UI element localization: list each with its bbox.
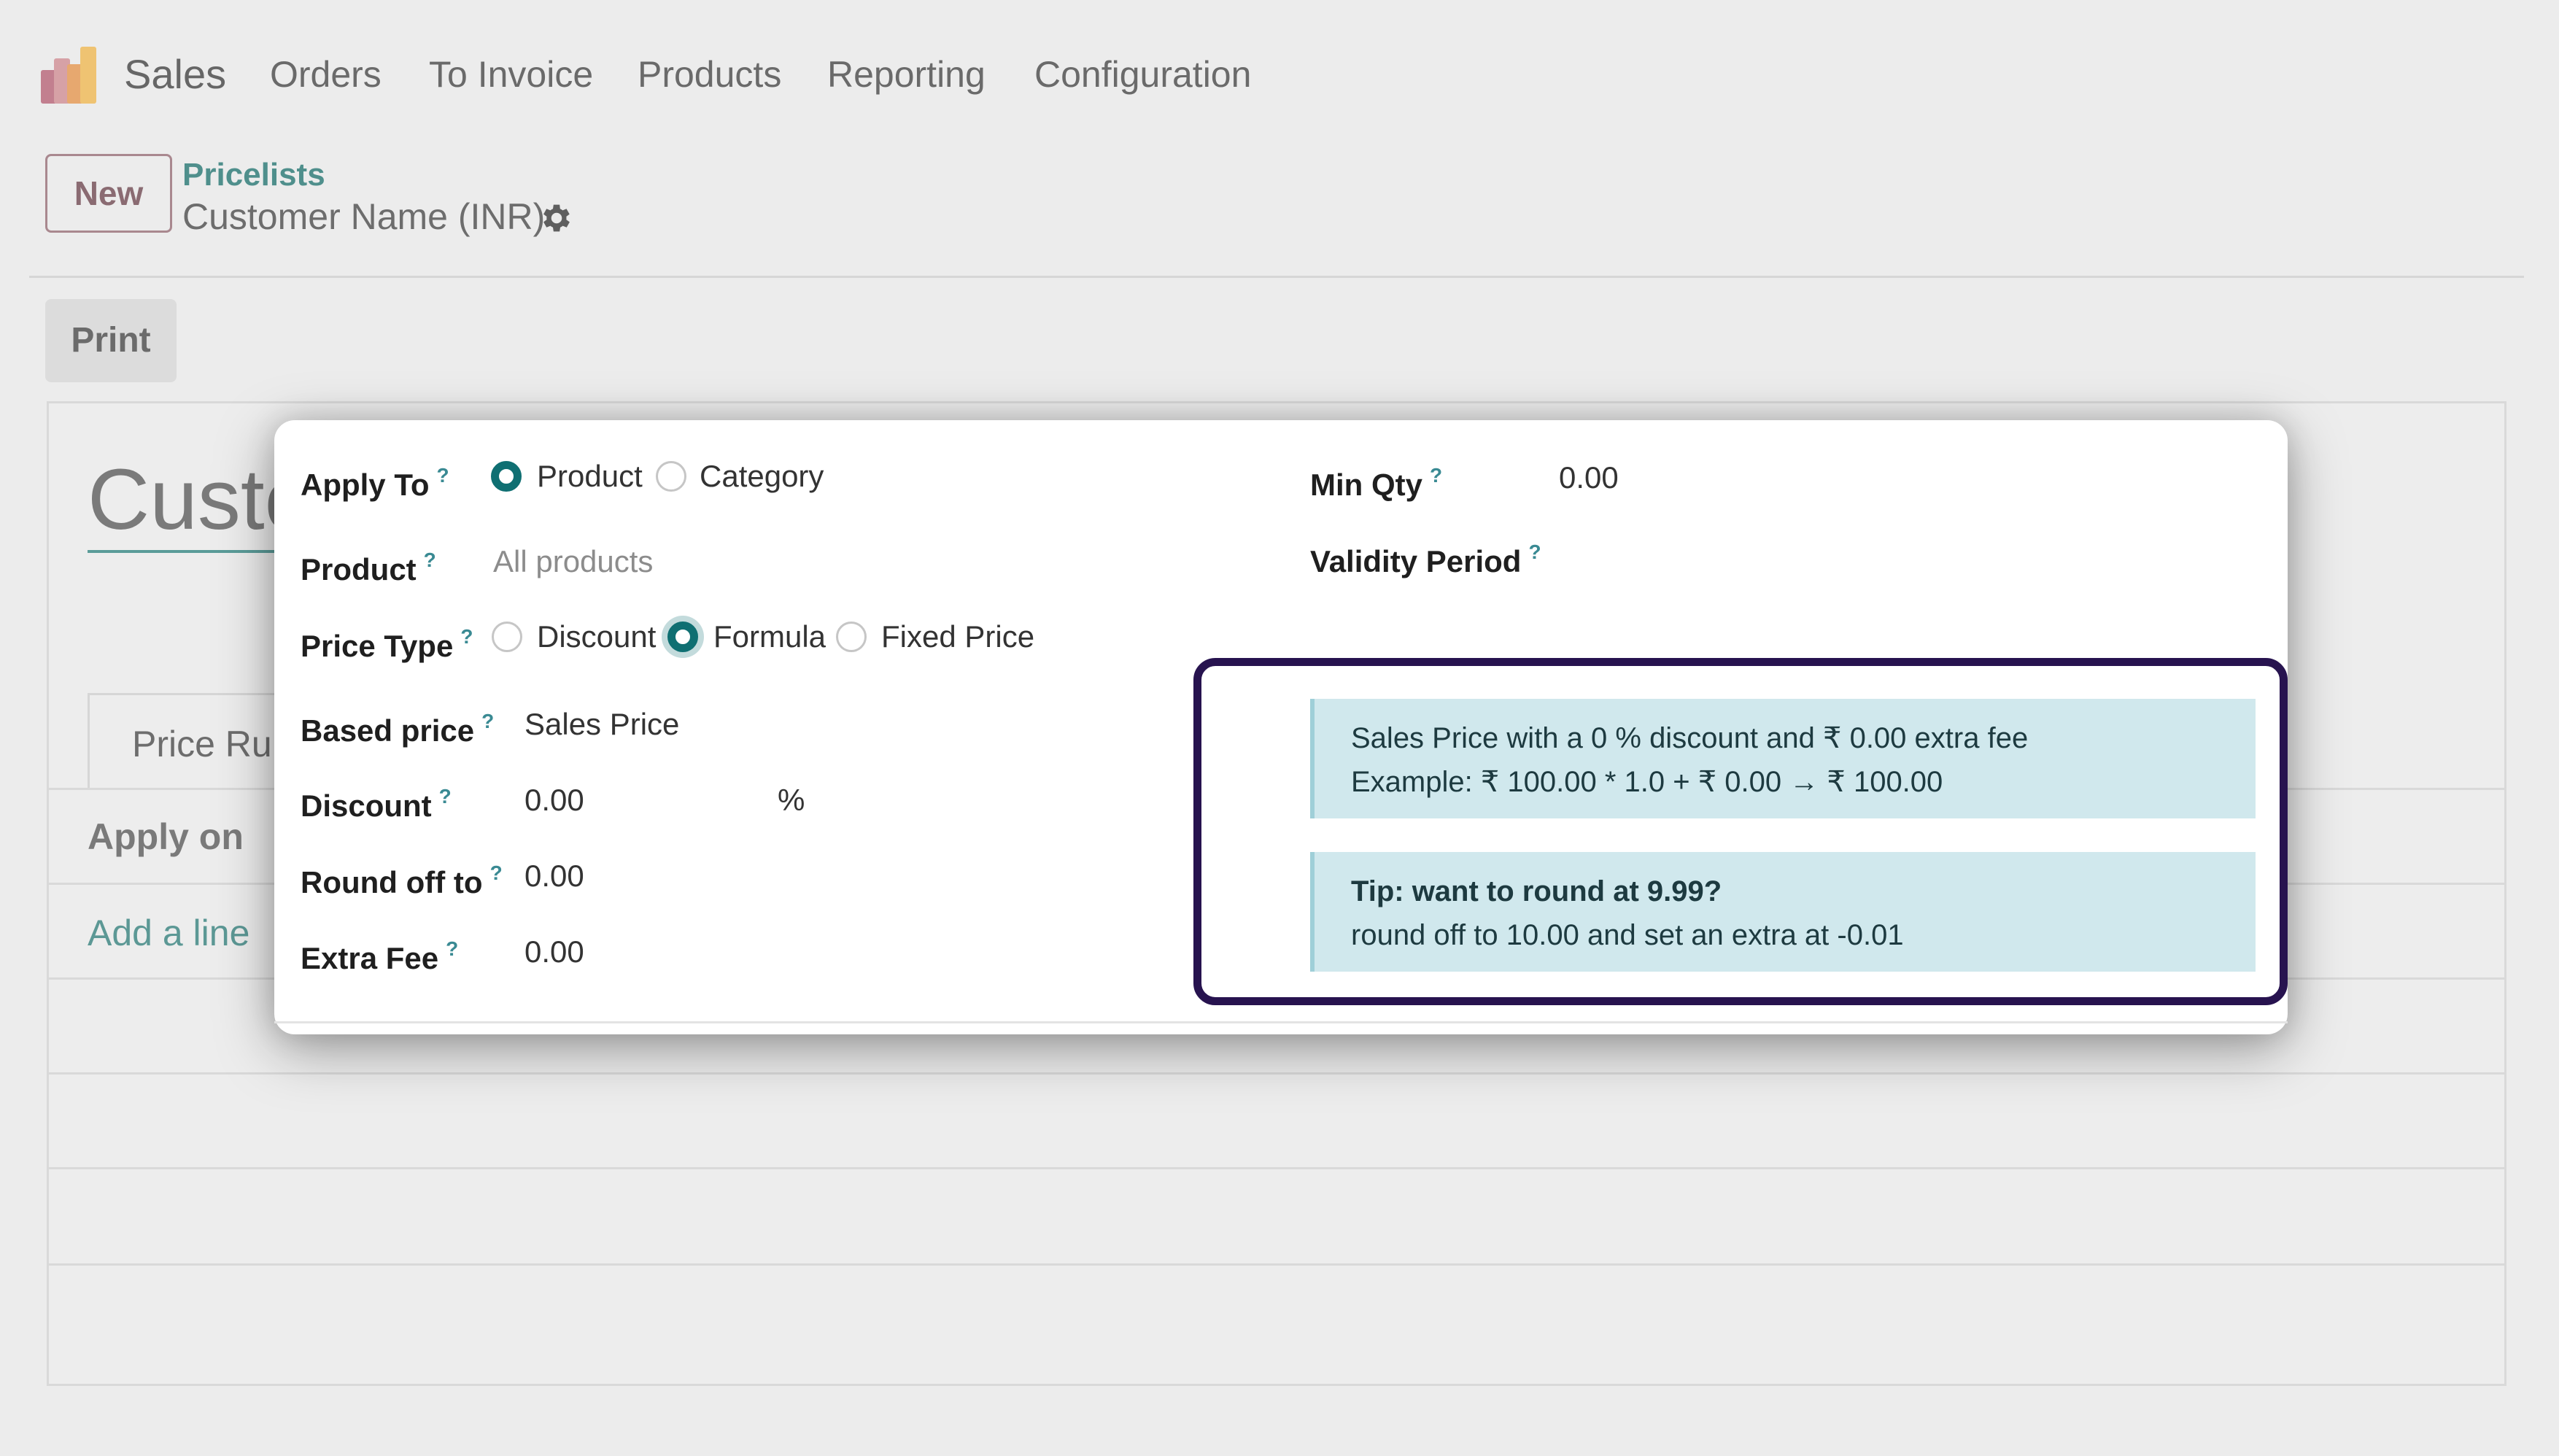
help-icon[interactable]: ?	[446, 937, 458, 960]
add-line-link[interactable]: Add a line	[88, 912, 249, 954]
table-row-divider	[47, 1167, 2506, 1169]
product-input[interactable]: All products	[493, 542, 653, 581]
nav-orders[interactable]: Orders	[270, 51, 382, 98]
apply-to-category-radio[interactable]	[656, 461, 686, 492]
tab-price-rules[interactable]: Price Rules	[88, 693, 306, 788]
price-type-formula-label[interactable]: Formula	[713, 617, 826, 657]
help-icon[interactable]: ?	[1528, 541, 1541, 563]
extra-fee-input[interactable]: 0.00	[524, 932, 584, 972]
nav-reporting[interactable]: Reporting	[827, 51, 986, 98]
apply-to-product-radio[interactable]	[491, 461, 522, 492]
apply-to-label: Apply To?	[301, 464, 449, 502]
help-icon[interactable]: ?	[481, 710, 494, 732]
extra-fee-label: Extra Fee?	[301, 937, 459, 975]
price-type-discount-radio[interactable]	[492, 621, 522, 652]
top-navbar: Sales Orders To Invoice Products Reporti…	[0, 0, 2559, 146]
round-off-label: Round off to?	[301, 861, 503, 899]
round-off-input[interactable]: 0.00	[524, 856, 584, 896]
apply-to-product-label[interactable]: Product	[537, 457, 643, 496]
nav-configuration[interactable]: Configuration	[1034, 51, 1251, 98]
min-qty-input[interactable]: 0.00	[1559, 458, 1619, 497]
nav-app-name[interactable]: Sales	[124, 51, 226, 98]
price-type-fixed-price-radio[interactable]	[836, 621, 867, 652]
control-panel-divider	[29, 276, 2524, 278]
gear-icon[interactable]	[538, 200, 575, 236]
nav-to-invoice[interactable]: To Invoice	[429, 51, 593, 98]
apply-to-category-label[interactable]: Category	[700, 457, 824, 496]
validity-period-label: Validity Period?	[1310, 541, 1541, 578]
price-type-fixed-price-label[interactable]: Fixed Price	[881, 617, 1034, 657]
print-button[interactable]: Print	[45, 299, 177, 382]
help-icon[interactable]: ?	[460, 625, 473, 648]
help-icon[interactable]: ?	[424, 549, 436, 571]
column-header-apply-on[interactable]: Apply on	[88, 816, 244, 858]
price-type-formula-radio[interactable]	[667, 621, 698, 652]
based-price-label: Based price?	[301, 710, 495, 748]
help-icon[interactable]: ?	[490, 861, 503, 884]
product-label: Product?	[301, 549, 436, 586]
table-row-divider	[47, 1263, 2506, 1266]
price-type-discount-label[interactable]: Discount	[537, 617, 656, 657]
help-icon[interactable]: ?	[439, 785, 452, 808]
price-type-label: Price Type?	[301, 625, 473, 663]
breadcrumb-pricelists[interactable]: Pricelists	[182, 155, 325, 195]
title-underline	[88, 550, 292, 553]
new-button[interactable]: New	[45, 154, 172, 233]
based-price-select[interactable]: Sales Price	[524, 705, 679, 744]
sales-app-icon[interactable]	[41, 45, 102, 104]
nav-products[interactable]: Products	[638, 51, 781, 98]
help-icon[interactable]: ?	[437, 464, 449, 487]
breadcrumb-current-record: Customer Name (INR)	[182, 196, 546, 237]
table-row-divider	[47, 1072, 2506, 1074]
discount-percent-unit: %	[778, 783, 805, 817]
help-icon[interactable]: ?	[1430, 464, 1442, 487]
discount-label: Discount?	[301, 785, 452, 823]
discount-input[interactable]: 0.00	[524, 781, 584, 820]
dialog-footer-divider	[274, 1021, 2288, 1023]
min-qty-label: Min Qty?	[1310, 464, 1443, 502]
annotation-highlight-frame	[1193, 658, 2288, 1005]
